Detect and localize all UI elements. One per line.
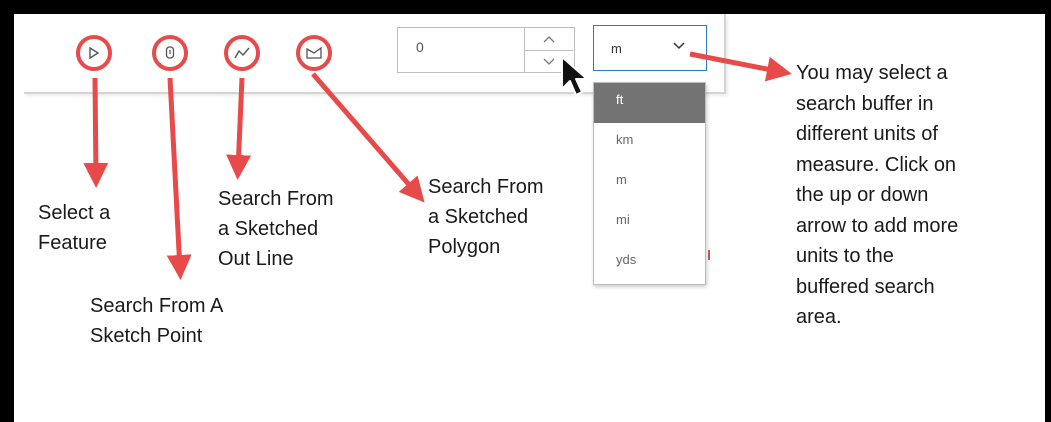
annotation-sketch-polygon: Search From a Sketched Polygon	[428, 172, 544, 262]
annotation-line: a Sketched	[428, 206, 529, 228]
annotation-line: You may select a	[796, 62, 948, 84]
arrow-units-note	[689, 51, 792, 82]
annotation-line: Search From	[218, 188, 334, 210]
annotation-line: Sketch Point	[90, 325, 203, 347]
annotation-line: measure. Click on	[796, 153, 957, 176]
annotation-select-feature: Select a Feature	[38, 198, 110, 258]
annotation-sketch-line: Search From a Sketched Out Line	[218, 184, 334, 274]
annotation-sketch-point: Search From A Sketch Point	[90, 291, 223, 351]
annotation-line: units to the	[796, 245, 894, 267]
annotation-line: Search From	[428, 176, 544, 198]
arrow-sketch-line	[226, 77, 252, 180]
annotation-line: arrow to add more	[796, 214, 959, 237]
annotation-line: Polygon	[428, 236, 501, 258]
annotation-line: Search From A	[90, 295, 224, 317]
annotation-line: the up or down	[796, 184, 929, 206]
arrow-sketch-polygon	[311, 72, 425, 203]
annotation-line: a Sketched	[218, 218, 319, 240]
annotation-line: Select a	[38, 202, 111, 224]
annotation-line: Out Line	[218, 248, 294, 270]
arrow-select-feature	[83, 77, 109, 188]
annotation-line: different units of	[796, 123, 938, 145]
annotation-line: buffered search	[796, 275, 935, 298]
annotation-line: Feature	[38, 232, 107, 254]
annotation-line: search buffer in	[796, 92, 934, 115]
arrow-sketch-point	[166, 77, 192, 280]
annotation-units-note: You may select a search buffer in differ…	[796, 58, 958, 333]
annotation-line: area.	[796, 306, 842, 328]
